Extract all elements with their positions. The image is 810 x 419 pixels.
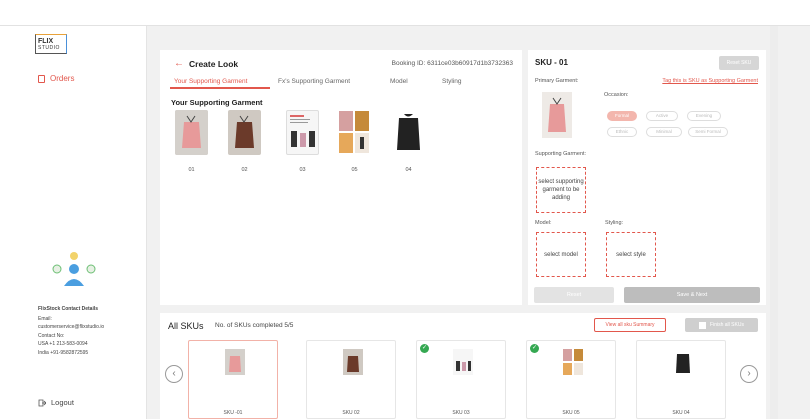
primary-garment-image [542,92,572,138]
primary-garment-label: Primary Garment: [535,78,579,84]
sku-card-04[interactable]: SKU 04 [636,340,726,419]
sku-thumb-05 [563,349,583,375]
tab-styling[interactable]: Styling [430,76,490,89]
logout-icon [38,399,46,406]
garment-thumb-05[interactable] [338,110,371,155]
booking-id: Booking ID: 6311ce03b60917d1b3732363 [391,60,513,67]
sku-card-label: SKU 03 [452,410,470,416]
sidebar: FLIX STUDIO Orders FlixStock Contact Det… [0,26,147,419]
logout-button[interactable]: Logout [38,398,74,407]
chevron-right-icon[interactable]: › [740,365,758,383]
tag-supporting-link[interactable]: Tag this is SKU as Supporting Garment [662,78,758,84]
sku-card-label: SKU 05 [562,410,580,416]
model-label: Model: [535,220,552,226]
reset-button[interactable]: Reset [534,287,614,303]
occasion-pill-minimal[interactable]: Minimal [646,127,682,137]
occasion-pill-formal[interactable]: Formal [607,111,637,121]
occasion-pill-ethnic[interactable]: Ethnic [607,127,637,137]
thumb-label-04: 04 [405,167,412,173]
page-title: Create Look [189,59,239,69]
sku-card-02[interactable]: SKU 02 [306,340,396,419]
sku-detail-panel: SKU - 01 Reset SKU Primary Garment: Tag … [528,50,766,305]
india-phone: India +91-9582872595 [38,349,89,356]
usa-phone: USA +1 213-583-0094 [38,341,88,347]
sku-card-label: SKU 02 [342,410,360,416]
logo-sub: STUDIO [38,45,60,51]
chevron-left-icon[interactable]: ‹ [165,365,183,383]
garment-thumb-04[interactable] [392,110,425,155]
tab-model[interactable]: Model [380,76,430,89]
section-title: Your Supporting Garment [171,98,263,107]
create-look-panel: ← Create Look Booking ID: 6311ce03b60917… [160,50,522,305]
occasion-pill-semi-formal[interactable]: Semi Formal [688,127,728,137]
back-arrow-icon[interactable]: ← [174,58,184,69]
tab-fx-supporting-garment[interactable]: Fx's Supporting Garment [270,76,380,89]
support-avatar-icon [49,248,99,288]
app-root: FLIX STUDIO Orders FlixStock Contact Det… [0,0,810,419]
all-skus-title: All SKUs [168,321,204,331]
styling-label: Styling: [605,220,624,226]
page-scrollbar[interactable] [770,26,778,419]
thumb-label-03: 03 [299,167,306,173]
thumb-label-01: 01 [188,167,195,173]
occasion-pill-evening[interactable]: Evening [687,111,721,121]
sku-thumb-04 [676,354,690,373]
logout-label: Logout [51,398,74,407]
sku-card-label: SKU -01 [223,410,243,416]
garment-thumb-01[interactable] [175,110,208,155]
all-skus-panel: All SKUs No. of SKUs completed 5/5 View … [160,313,766,419]
sku-thumb-02 [343,349,363,375]
check-icon: ✓ [420,344,429,353]
select-supporting-garment-box[interactable]: select supporting garment to be adding [536,167,586,213]
flix-studio-logo[interactable]: FLIX STUDIO [35,34,67,54]
email-label: Email: [38,315,52,322]
top-bar [0,0,810,26]
thumb-label-05: 05 [351,167,358,173]
garment-thumb-02[interactable] [228,110,261,155]
skus-completed-count: No. of SKUs completed 5/5 [215,322,294,329]
sku-card-05[interactable]: ✓ SKU 05 [526,340,616,419]
check-icon: ✓ [530,344,539,353]
contact-details: FlixStock Contact Details Email: custome… [38,305,104,357]
occasion-label: Occasion: [604,92,629,98]
sku-card-03[interactable]: ✓ SKU 03 [416,340,506,419]
select-style-box[interactable]: select style [606,232,656,277]
logo-name: FLIX [38,38,54,45]
save-next-button[interactable]: Save & Next [624,287,760,303]
sku-thumb-03 [453,349,473,375]
sku-title: SKU - 01 [535,58,568,67]
sku-thumb-01 [225,349,245,375]
view-all-summary-button[interactable]: View all sku Summary [594,318,666,332]
sku-card-01[interactable]: SKU -01 [188,340,278,419]
orders-icon [38,74,45,83]
supporting-garment-label: Supporting Garment: [535,151,587,157]
select-model-box[interactable]: select model [536,232,586,277]
email-value[interactable]: customerservice@flixstudio.io [38,323,104,332]
contact-label: Contact No: [38,332,65,339]
finish-all-label: Finish all SKUs [710,322,744,328]
contact-title: FlixStock Contact Details [38,306,99,312]
sidebar-item-label: Orders [50,74,75,83]
tab-your-supporting-garment[interactable]: Your Supporting Garment [170,76,270,89]
tabs: Your Supporting Garment Fx's Supporting … [170,76,510,90]
thumb-label-02: 02 [241,167,248,173]
finish-checkbox-icon [699,321,707,329]
garment-thumb-03[interactable] [286,110,319,155]
occasion-pill-active[interactable]: Active [646,111,678,121]
finish-all-skus-button[interactable]: Finish all SKUs [685,318,758,332]
sidebar-item-orders[interactable]: Orders [38,74,74,83]
reset-sku-button[interactable]: Reset SKU [719,56,759,70]
sku-card-label: SKU 04 [672,410,690,416]
